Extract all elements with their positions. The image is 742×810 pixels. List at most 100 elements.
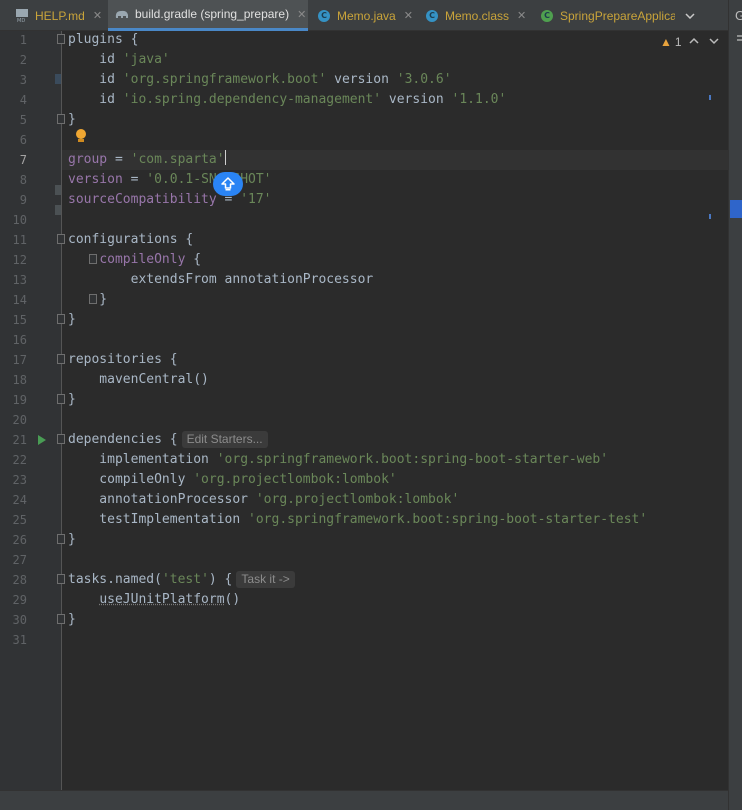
code-string: 'org.springframework.boot:spring-boot-st… [216, 452, 609, 467]
code-editor[interactable] [62, 31, 728, 790]
code-line-14: } [68, 290, 107, 310]
markdown-file-icon: MD [14, 8, 30, 24]
code-line-4: id 'io.spring.dependency-management' ver… [68, 90, 506, 110]
line-number: 17 [12, 353, 27, 367]
run-gutter-icon[interactable] [38, 435, 46, 445]
line-number: 1 [19, 33, 27, 47]
tab-overflow-chevron-down-icon[interactable] [681, 0, 699, 31]
code-string: '17' [240, 192, 272, 207]
tab-memo-class[interactable]: C Memo.class ✕ [420, 0, 532, 31]
code-string: 'test' [161, 572, 209, 587]
code-line-29: useJUnitPlatform() [68, 590, 240, 610]
code-token: repositories { [68, 352, 178, 367]
code-token: id [68, 52, 123, 67]
fold-marker[interactable] [57, 234, 65, 244]
gutter-change-marker [55, 185, 61, 195]
code-token: () [224, 592, 241, 607]
chevron-down-icon[interactable] [736, 34, 742, 49]
tab-memo-java[interactable]: C Memo.java ✕ [312, 0, 420, 31]
warning-count: 1 [674, 35, 682, 49]
code-token: = [107, 152, 131, 167]
scrollbar-marker[interactable] [709, 95, 711, 100]
fold-marker[interactable] [57, 314, 65, 324]
line-number: 30 [12, 613, 27, 627]
close-icon[interactable]: ✕ [297, 8, 306, 21]
code-token: } [68, 532, 76, 547]
next-highlight-icon[interactable] [709, 34, 719, 48]
tab-label: HELP.md [35, 8, 85, 23]
previous-highlight-icon[interactable] [689, 34, 699, 48]
fold-marker[interactable] [57, 534, 65, 544]
gradle-load-changes-button[interactable] [213, 172, 243, 196]
line-number: 16 [12, 333, 27, 347]
fold-marker[interactable] [57, 574, 65, 584]
fold-marker[interactable] [57, 434, 65, 444]
line-number: 26 [12, 533, 27, 547]
gutter-change-marker [55, 74, 61, 84]
gradle-tool-window-label[interactable]: G [735, 8, 742, 23]
code-token: dependencies { [68, 432, 178, 447]
close-icon[interactable]: ✕ [517, 9, 526, 22]
line-number: 9 [19, 193, 27, 207]
line-number: 4 [19, 93, 27, 107]
tab-spring-prepare-application[interactable]: C SpringPrepareApplicat [535, 0, 675, 31]
line-number: 22 [12, 453, 27, 467]
fold-marker[interactable] [57, 34, 65, 44]
code-string: 'io.spring.dependency-management' [122, 92, 382, 107]
code-line-5: } [68, 110, 76, 130]
lightbulb-icon[interactable] [76, 129, 86, 143]
code-line-19: } [68, 390, 76, 410]
code-property: group [68, 152, 108, 167]
fold-marker[interactable] [57, 114, 65, 124]
code-token: version [381, 92, 452, 107]
svg-text:MD: MD [17, 18, 25, 24]
code-line-28: tasks.named('test') {Task it -> [68, 570, 295, 590]
code-token: annotationProcessor [68, 492, 256, 507]
line-number: 7 [19, 153, 27, 167]
code-token: extendsFrom annotationProcessor [68, 272, 374, 287]
right-strip-selection [730, 200, 742, 218]
code-line-30: } [68, 610, 76, 630]
code-line-26: } [68, 530, 76, 550]
line-number: 6 [19, 133, 27, 147]
code-line-13: extendsFrom annotationProcessor [68, 270, 374, 290]
task-it-hint[interactable]: Task it -> [236, 571, 295, 588]
fold-marker[interactable] [57, 394, 65, 404]
tab-label: Memo.class [445, 8, 510, 23]
code-line-25: testImplementation 'org.springframework.… [68, 510, 647, 530]
tab-label: Memo.java [337, 8, 396, 23]
line-number: 5 [19, 113, 27, 127]
code-token: testImplementation [68, 512, 249, 527]
code-token: compileOnly [68, 472, 194, 487]
line-number: 2 [19, 53, 27, 67]
code-token: { [185, 252, 202, 267]
code-line-17: repositories { [68, 350, 178, 370]
tab-help-md[interactable]: MD HELP.md ✕ [14, 0, 108, 31]
code-token: } [68, 112, 76, 127]
line-number: 19 [12, 393, 27, 407]
line-number: 23 [12, 473, 27, 487]
edit-starters-hint[interactable]: Edit Starters... [181, 431, 268, 448]
close-icon[interactable]: ✕ [93, 9, 102, 22]
fold-marker[interactable] [57, 614, 65, 624]
code-token: id [68, 72, 123, 87]
code-token: version [326, 72, 397, 87]
line-number: 25 [12, 513, 27, 527]
tab-build-gradle[interactable]: build.gradle (spring_prepare) ✕ [108, 0, 308, 31]
line-number: 10 [12, 213, 27, 227]
close-icon[interactable]: ✕ [404, 9, 413, 22]
code-token: tasks [68, 572, 108, 587]
line-number: 3 [19, 73, 27, 87]
gradle-elephant-icon [114, 6, 130, 22]
line-number: 14 [12, 293, 27, 307]
inspection-widget[interactable]: ▲ 1 [660, 35, 682, 49]
code-token: mavenCentral() [68, 372, 209, 387]
class-c-icon: C [424, 8, 440, 24]
scrollbar-marker[interactable] [709, 214, 711, 219]
code-string: 'com.sparta' [130, 152, 225, 167]
code-property: version [68, 172, 123, 187]
code-line-1: plugins { [68, 30, 138, 50]
fold-marker[interactable] [57, 354, 65, 364]
